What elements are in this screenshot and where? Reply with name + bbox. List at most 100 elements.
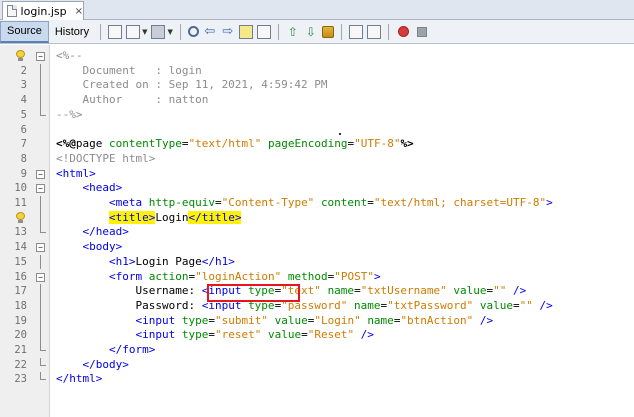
- code-line[interactable]: 15 <h1>Login Page</h1>: [0, 254, 634, 270]
- code-line[interactable]: 1−<%--: [0, 49, 634, 64]
- code-line[interactable]: 8 <!DOCTYPE html>: [0, 152, 634, 167]
- code-token: "reset": [214, 328, 262, 342]
- code-token: <body>: [82, 240, 123, 254]
- code-token: "txtPassword": [387, 298, 474, 312]
- forward-history-icon[interactable]: [126, 24, 141, 39]
- code-token: <html>: [56, 166, 96, 180]
- code-token: value: [267, 328, 302, 342]
- code-line[interactable]: 17 Username: <input type="text" name="tx…: [0, 284, 634, 299]
- code-text: Created on : Sep 11, 2021, 4:59:42 PM: [56, 78, 327, 93]
- fold-toggle-icon[interactable]: −: [36, 52, 45, 61]
- code-line[interactable]: 10− <head>: [0, 181, 634, 196]
- find-next-icon[interactable]: ⇨: [221, 24, 235, 39]
- code-text: <input type="reset" value="Reset" />: [56, 328, 373, 343]
- code-line[interactable]: 9− <html>: [0, 167, 634, 182]
- code-line[interactable]: 18 Password: <input type="password" name…: [0, 298, 634, 314]
- fold-toggle-icon[interactable]: −: [36, 184, 45, 194]
- find-icon[interactable]: [187, 26, 199, 37]
- toggle-highlight-icon[interactable]: [238, 24, 253, 39]
- shift-left-icon[interactable]: [348, 24, 363, 39]
- code-token: <title>: [108, 210, 156, 224]
- code-line[interactable]: 11 <meta http-equiv="Content-Type" conte…: [0, 196, 634, 211]
- code-token: </html>: [56, 372, 103, 386]
- code-line[interactable]: 20 <input type="reset" value="Reset" />: [0, 328, 634, 343]
- code-token: "text/html; charset=UTF-8": [373, 196, 547, 209]
- code-token: "Content-Type": [221, 196, 315, 209]
- code-editor[interactable]: 1−<%--2 Document : login3 Created on : S…: [0, 45, 634, 417]
- code-token: =: [513, 298, 520, 312]
- code-token: %>: [400, 137, 414, 151]
- dropdown-arrow-icon[interactable]: ▼: [167, 28, 172, 36]
- fold-end-marker: [40, 225, 46, 234]
- back-history-icon[interactable]: [108, 24, 123, 39]
- last-edit-icon[interactable]: [151, 24, 166, 39]
- fold-toggle-icon[interactable]: −: [36, 169, 45, 179]
- fold-toggle-icon[interactable]: −: [36, 243, 45, 253]
- code-token: <h1>: [108, 254, 136, 268]
- fold-guide: [40, 313, 41, 329]
- line-number: 14: [14, 241, 27, 254]
- source-tab[interactable]: Source: [0, 20, 49, 43]
- lightbulb-icon[interactable]: [16, 211, 25, 223]
- code-token: type: [181, 313, 209, 327]
- toggle-rect-select-icon[interactable]: [256, 24, 271, 39]
- line-number: 21: [14, 344, 27, 356]
- code-line[interactable]: 5 --%>: [0, 107, 634, 123]
- lightbulb-icon[interactable]: [16, 50, 25, 61]
- history-tab[interactable]: History: [49, 21, 95, 43]
- code-token: =: [208, 328, 215, 342]
- record-macro-icon[interactable]: [397, 26, 409, 37]
- next-bookmark-icon[interactable]: ⇩: [304, 25, 318, 39]
- line-number: 19: [14, 314, 27, 327]
- code-line[interactable]: 23 </html>: [0, 372, 634, 387]
- code-token: >: [373, 269, 381, 283]
- code-token: contentType: [109, 137, 182, 151]
- code-line[interactable]: 13 </head>: [0, 225, 634, 240]
- code-text: </html>: [56, 372, 102, 387]
- code-line[interactable]: 19 <input type="submit" value="Login" na…: [0, 313, 634, 329]
- code-token: name: [327, 284, 355, 298]
- code-text: --%>: [56, 108, 83, 123]
- code-line[interactable]: 21 </form>: [0, 343, 634, 358]
- code-token: "loginAction": [195, 269, 282, 283]
- code-line[interactable]: 12 <title>Login</title>: [0, 210, 634, 226]
- toggle-bookmark-icon[interactable]: [321, 25, 334, 38]
- toolbar-separator: [340, 23, 342, 40]
- code-text: <input type="submit" value="Login" name=…: [56, 314, 493, 329]
- code-text: <title>Login</title>: [56, 210, 242, 226]
- line-number: 16: [14, 270, 27, 283]
- code-line[interactable]: 7 <%@page contentType="text/html" pageEnc…: [0, 137, 634, 152]
- code-line[interactable]: 22 </body>: [0, 357, 634, 373]
- code-text: Author : natton: [56, 93, 208, 108]
- dropdown-arrow-icon[interactable]: ▼: [142, 28, 147, 36]
- code-line[interactable]: 6: [0, 123, 634, 138]
- code-line[interactable]: 16− <form action="loginAction" method="P…: [0, 270, 634, 285]
- line-number: 7: [20, 138, 27, 151]
- close-tab-icon[interactable]: ×: [75, 6, 83, 17]
- toolbar-separator: [277, 23, 279, 40]
- prev-bookmark-icon[interactable]: ⇧: [286, 25, 300, 39]
- code-line[interactable]: 2 Document : login: [0, 63, 634, 79]
- code-text: <!DOCTYPE html>: [56, 152, 155, 167]
- code-text: Document : login: [56, 64, 201, 79]
- find-prev-icon[interactable]: ⇦: [203, 24, 217, 39]
- code-line[interactable]: 14− <body>: [0, 240, 634, 255]
- shift-right-icon[interactable]: [366, 24, 381, 39]
- code-token: <%@: [56, 137, 76, 151]
- fold-guide: [40, 196, 41, 211]
- fold-toggle-icon[interactable]: −: [36, 272, 45, 282]
- stop-macro-icon[interactable]: [416, 26, 427, 37]
- file-tab-login-jsp[interactable]: login.jsp ×: [2, 1, 84, 20]
- code-line[interactable]: 4 Author : natton: [0, 93, 634, 108]
- file-icon: [7, 5, 17, 17]
- code-token: page: [75, 137, 109, 151]
- code-line[interactable]: 3 Created on : Sep 11, 2021, 4:59:42 PM: [0, 78, 634, 94]
